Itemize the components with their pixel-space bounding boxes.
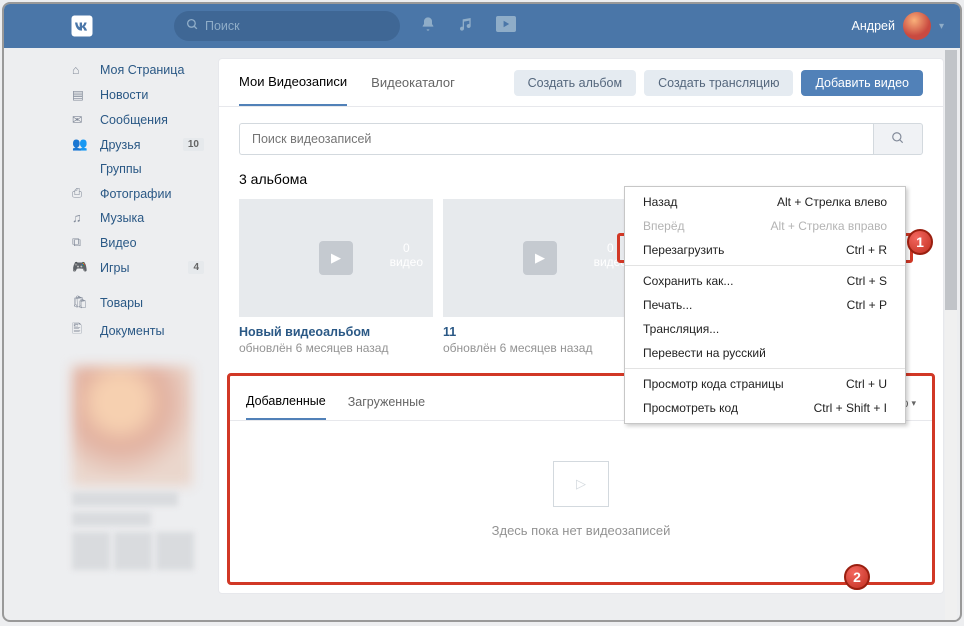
tab-uploaded[interactable]: Загруженные <box>348 387 425 419</box>
play-icon: ▶ <box>319 241 353 275</box>
sidebar-ad-block <box>72 366 204 570</box>
sidebar: ⌂Моя Страница ▤Новости ✉Сообщения 👥Друзь… <box>72 58 204 594</box>
gamepad-icon: 🎮 <box>72 260 90 275</box>
album-item[interactable]: ▶0видео Новый видеоальбом обновлён 6 мес… <box>239 199 433 355</box>
user-menu[interactable]: Андрей ▾ <box>852 12 944 40</box>
friends-icon: 👥 <box>72 137 90 152</box>
sidebar-item-docs[interactable]: 🖺Документы <box>72 315 204 346</box>
chevron-down-icon: ▾ <box>939 21 944 32</box>
note-icon: ♫ <box>72 211 90 225</box>
annotation-badge-1: 1 <box>907 229 933 255</box>
bag-icon: 🛍 <box>72 295 90 310</box>
global-search[interactable] <box>174 11 400 41</box>
video-play-icon[interactable] <box>496 16 516 32</box>
camera-icon: ⎙ <box>72 186 90 201</box>
header-bar: Андрей ▾ <box>4 4 960 48</box>
sidebar-item-my-page[interactable]: ⌂Моя Страница <box>72 58 204 82</box>
music-icon[interactable] <box>458 16 474 37</box>
sidebar-item-market[interactable]: 🛍Товары <box>72 290 204 315</box>
empty-video-icon: ▷ <box>553 461 609 507</box>
ctx-print[interactable]: Печать...Ctrl + P <box>625 293 905 317</box>
ctx-cast[interactable]: Трансляция... <box>625 317 905 341</box>
ctx-back[interactable]: НазадAlt + Стрелка влево <box>625 190 905 214</box>
sidebar-item-messages[interactable]: ✉Сообщения <box>72 107 204 132</box>
sidebar-item-friends[interactable]: 👥Друзья10 <box>72 132 204 157</box>
tab-added[interactable]: Добавленные <box>246 386 326 420</box>
film-icon: ⧉ <box>72 235 90 250</box>
ctx-reload[interactable]: ПерезагрузитьCtrl + R <box>625 238 905 262</box>
sidebar-item-groups[interactable]: ⵬Группы <box>72 157 204 181</box>
annotation-badge-2: 2 <box>844 564 870 590</box>
empty-text: Здесь пока нет видеозаписей <box>492 523 671 538</box>
video-search-button[interactable] <box>873 123 923 155</box>
scrollbar-thumb[interactable] <box>945 50 957 310</box>
add-video-button[interactable]: Добавить видео <box>801 70 923 96</box>
tab-catalog[interactable]: Видеокаталог <box>371 60 455 105</box>
context-menu: НазадAlt + Стрелка влево ВперёдAlt + Стр… <box>624 186 906 424</box>
global-search-input[interactable] <box>205 19 388 33</box>
ctx-inspect[interactable]: Просмотреть кодCtrl + Shift + I <box>625 396 905 420</box>
sidebar-item-video[interactable]: ⧉Видео <box>72 230 204 255</box>
doc-icon: 🖺 <box>72 320 90 341</box>
notifications-icon[interactable] <box>420 16 436 37</box>
ctx-translate[interactable]: Перевести на русский <box>625 341 905 365</box>
user-name: Андрей <box>852 19 895 33</box>
scrollbar[interactable] <box>945 50 957 622</box>
ctx-forward: ВперёдAlt + Стрелка вправо <box>625 214 905 238</box>
sidebar-item-photos[interactable]: ⎙Фотографии <box>72 181 204 206</box>
search-icon <box>186 18 199 34</box>
album-item[interactable]: ▶0видео 11 обновлён 6 месяцев назад <box>443 199 637 355</box>
play-icon: ▶ <box>523 241 557 275</box>
sidebar-item-news[interactable]: ▤Новости <box>72 82 204 107</box>
sidebar-item-music[interactable]: ♫Музыка <box>72 206 204 230</box>
avatar <box>903 12 931 40</box>
sidebar-item-games[interactable]: 🎮Игры4 <box>72 255 204 280</box>
tab-my-videos[interactable]: Мои Видеозаписи <box>239 59 347 106</box>
create-stream-button[interactable]: Создать трансляцию <box>644 70 793 96</box>
vk-logo[interactable] <box>68 12 96 40</box>
message-icon: ✉ <box>72 112 90 127</box>
ctx-view-source[interactable]: Просмотр кода страницыCtrl + U <box>625 372 905 396</box>
create-album-button[interactable]: Создать альбом <box>514 70 636 96</box>
ctx-save-as[interactable]: Сохранить как...Ctrl + S <box>625 269 905 293</box>
video-search-input[interactable] <box>239 123 873 155</box>
groups-icon: ⵬ <box>72 162 90 176</box>
chevron-down-icon: ▾ <box>911 398 916 409</box>
news-icon: ▤ <box>72 87 90 102</box>
home-icon: ⌂ <box>72 63 90 77</box>
